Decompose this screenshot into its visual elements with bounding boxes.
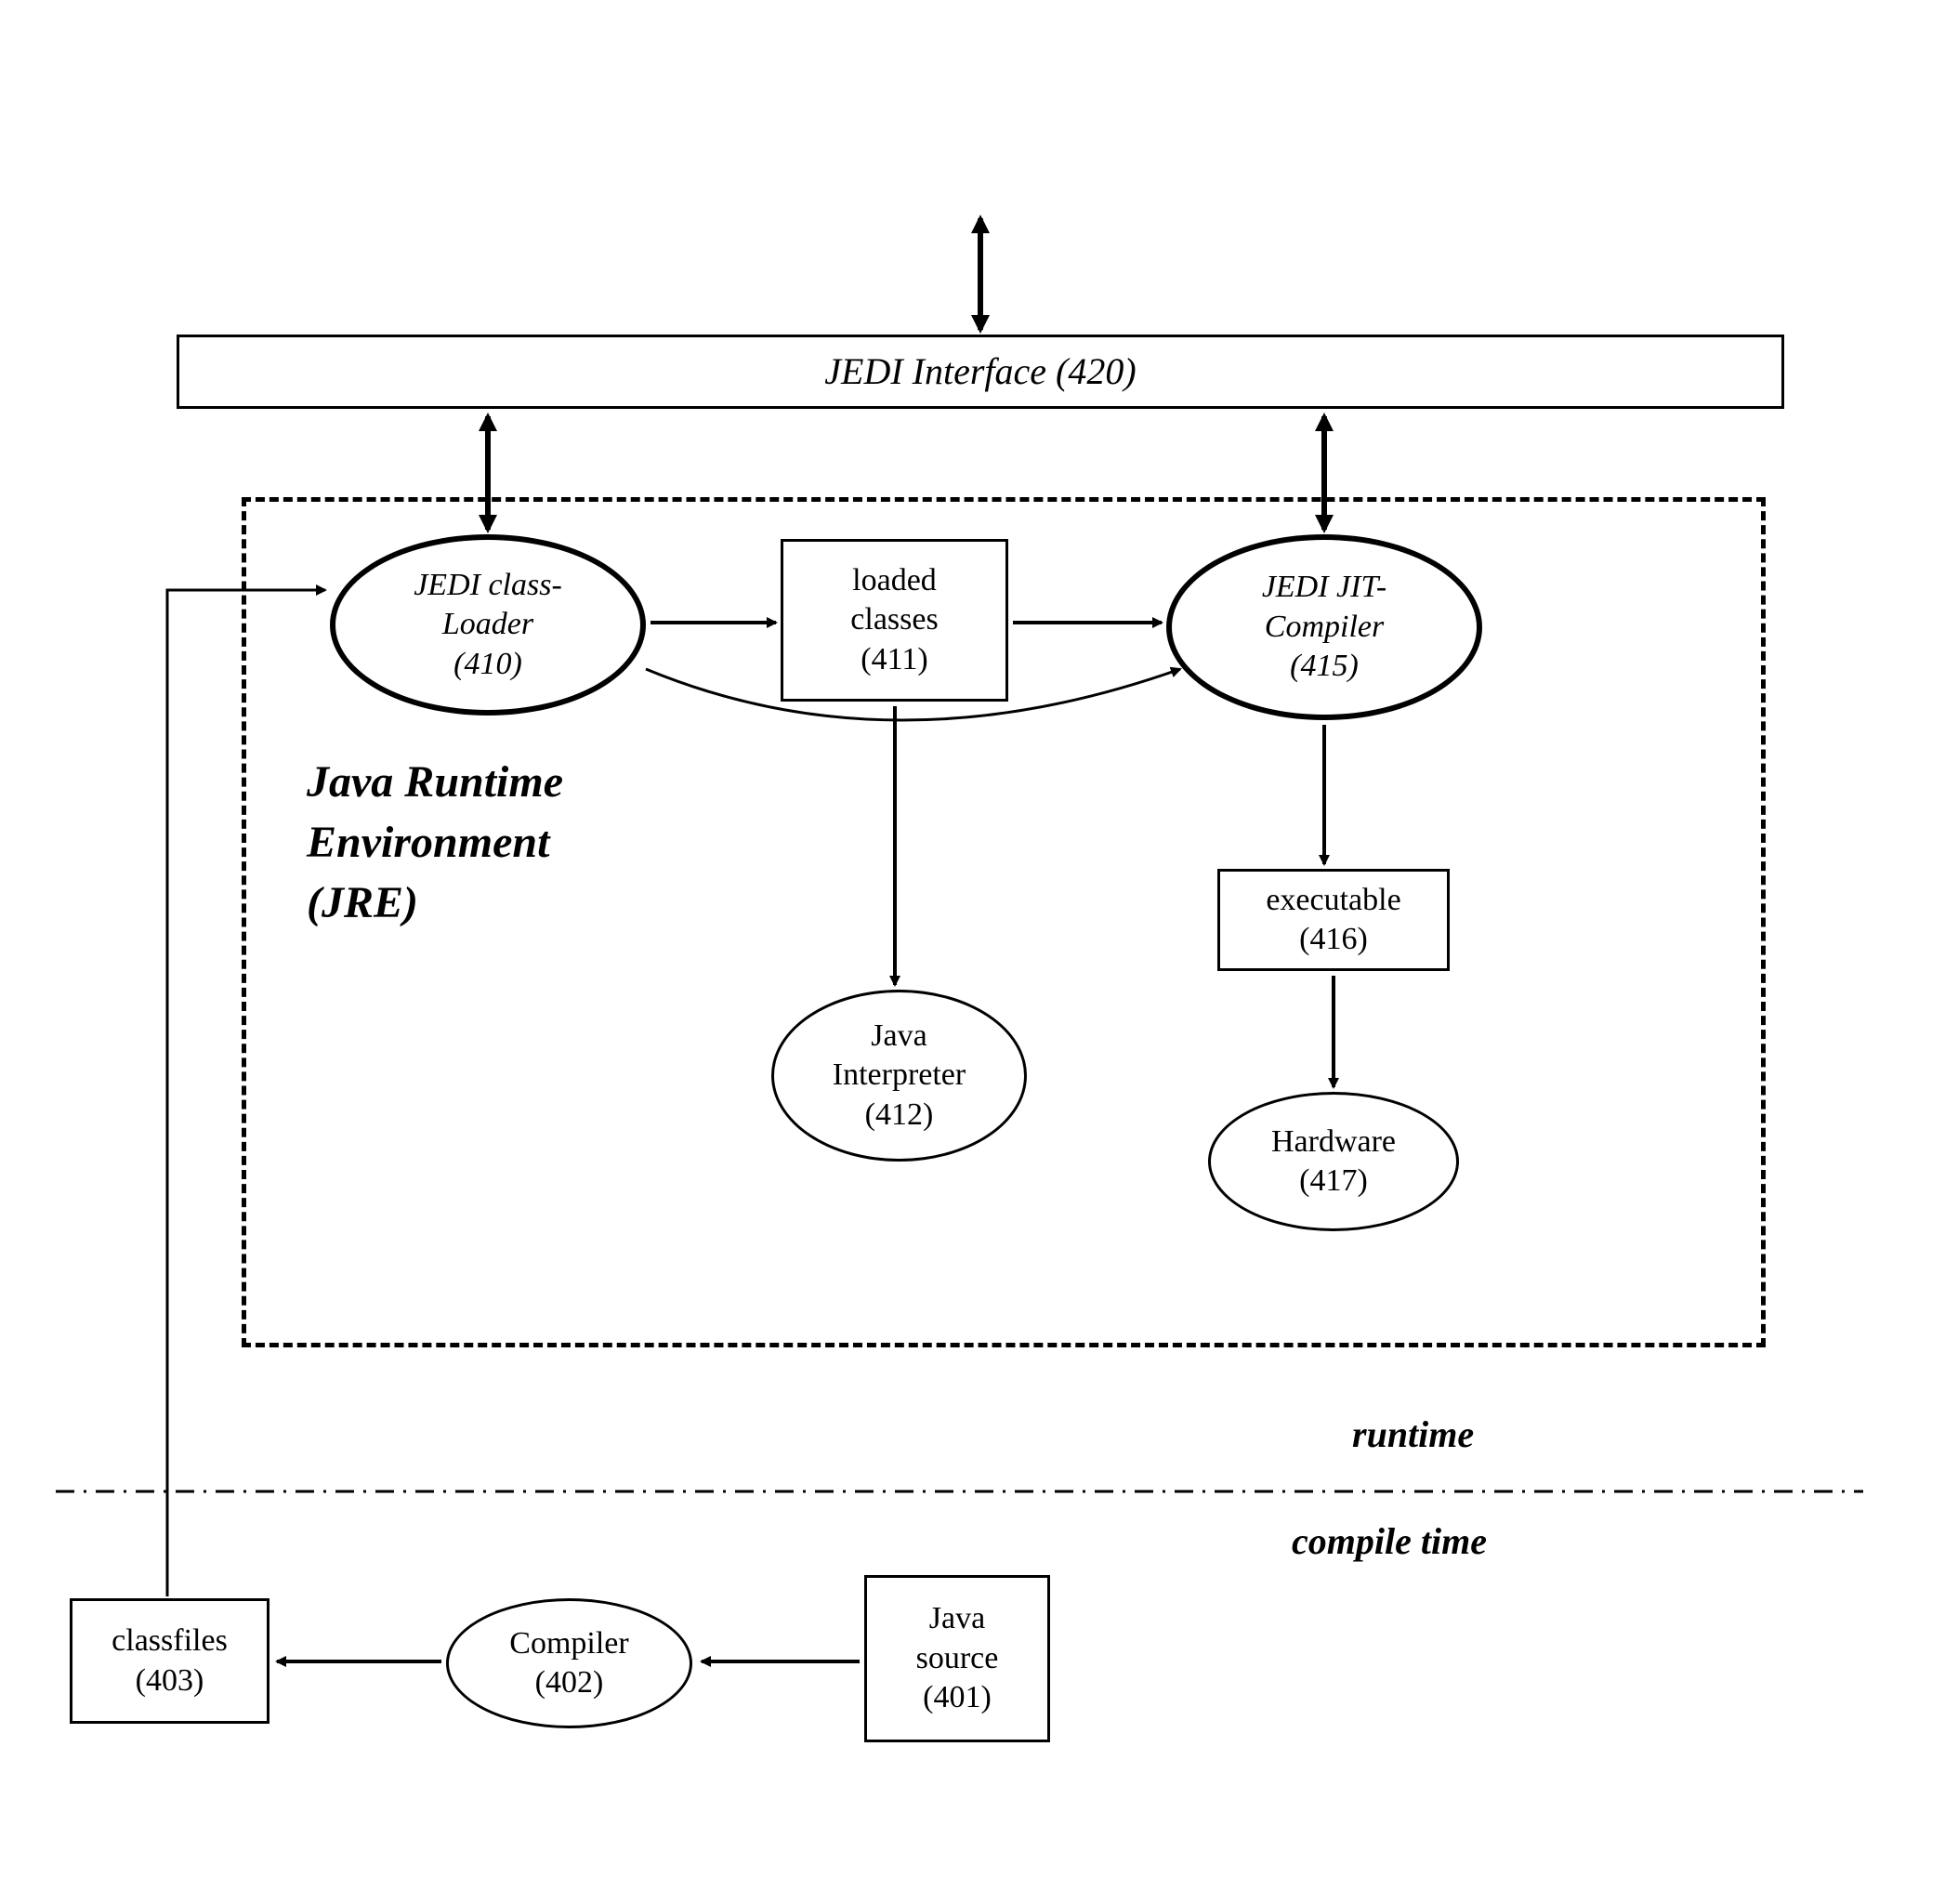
jre-title-line1: Java Runtime xyxy=(307,753,678,813)
runtime-label: runtime xyxy=(1352,1412,1474,1456)
node-compiler: Compiler (402) xyxy=(446,1598,692,1728)
hardware-l1: Hardware xyxy=(1271,1123,1396,1162)
java-source-l3: (401) xyxy=(923,1678,992,1718)
node-classfiles: classfiles (403) xyxy=(70,1598,269,1724)
jre-title-line2: Environment xyxy=(307,813,678,873)
loaded-classes-l1: loaded xyxy=(852,561,937,601)
compiler-l2: (402) xyxy=(535,1663,604,1703)
node-jedi-interface: JEDI Interface (420) xyxy=(177,335,1784,409)
runtime-label-text: runtime xyxy=(1352,1413,1474,1455)
jre-title: Java Runtime Environment (JRE) xyxy=(307,753,678,933)
jedi-jit-l1: JEDI JIT- xyxy=(1262,568,1386,608)
node-java-interpreter: Java Interpreter (412) xyxy=(771,990,1027,1162)
jedi-classloader-l2: Loader xyxy=(442,605,533,645)
loaded-classes-l2: classes xyxy=(850,600,938,640)
node-jedi-classloader: JEDI class- Loader (410) xyxy=(330,534,646,716)
node-java-source: Java source (401) xyxy=(864,1575,1050,1742)
loaded-classes-l3: (411) xyxy=(861,640,927,680)
executable-l2: (416) xyxy=(1299,920,1368,960)
jedi-classloader-l3: (410) xyxy=(453,645,522,685)
node-executable: executable (416) xyxy=(1217,869,1450,971)
jedi-interface-label: JEDI Interface (420) xyxy=(824,348,1136,395)
java-interpreter-l3: (412) xyxy=(865,1096,934,1136)
node-jedi-jit-compiler: JEDI JIT- Compiler (415) xyxy=(1166,534,1482,720)
compiler-l1: Compiler xyxy=(509,1624,628,1664)
classfiles-l1: classfiles xyxy=(112,1622,228,1661)
java-source-l1: Java xyxy=(929,1599,985,1639)
jre-title-line3: (JRE) xyxy=(307,873,678,934)
hardware-l2: (417) xyxy=(1299,1162,1368,1201)
java-source-l2: source xyxy=(916,1639,999,1679)
node-hardware: Hardware (417) xyxy=(1208,1092,1459,1231)
jedi-classloader-l1: JEDI class- xyxy=(414,566,562,606)
node-loaded-classes: loaded classes (411) xyxy=(781,539,1008,702)
classfiles-l2: (403) xyxy=(136,1661,204,1701)
jedi-jit-l2: Compiler xyxy=(1265,608,1384,648)
executable-l1: executable xyxy=(1266,881,1400,921)
java-interpreter-l2: Interpreter xyxy=(833,1056,966,1096)
compile-time-label-text: compile time xyxy=(1292,1520,1487,1562)
jedi-jit-l3: (415) xyxy=(1290,647,1359,687)
compile-time-label: compile time xyxy=(1292,1519,1487,1563)
java-interpreter-l1: Java xyxy=(871,1017,926,1057)
